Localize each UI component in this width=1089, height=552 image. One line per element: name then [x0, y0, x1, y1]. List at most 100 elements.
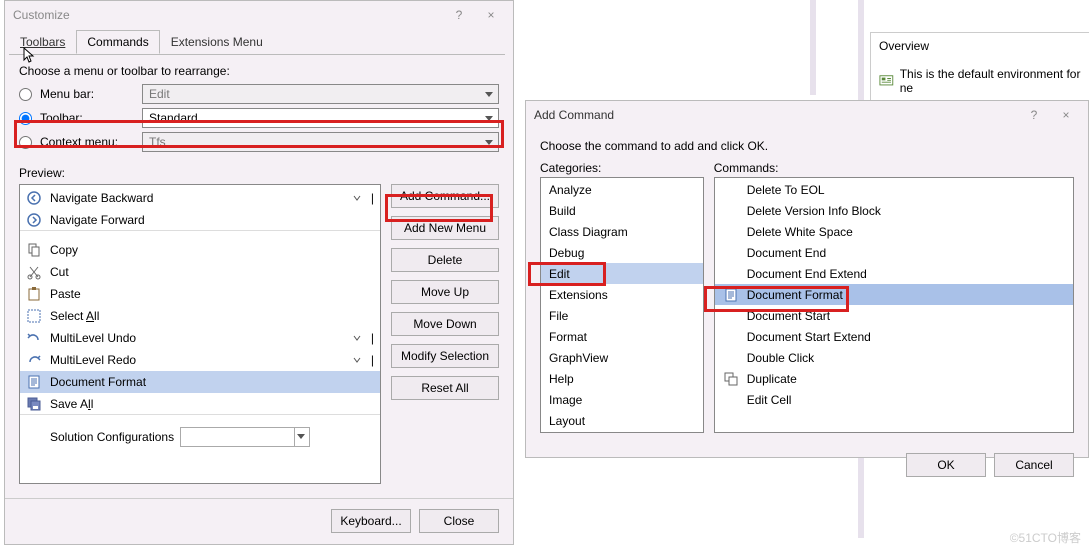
command-label: Double Click: [747, 351, 814, 365]
category-item[interactable]: Build: [541, 200, 703, 221]
category-item[interactable]: Extensions: [541, 284, 703, 305]
preview-item-label: Solution Configurations: [50, 430, 174, 444]
arrow-right-circle-icon: [26, 212, 42, 228]
blank-icon: [723, 392, 739, 408]
command-label: Document Start: [747, 309, 830, 323]
help-button[interactable]: ?: [1020, 105, 1048, 125]
preview-list[interactable]: Navigate Backward|Navigate Forward CopyCu…: [19, 184, 381, 484]
contextmenu-combo[interactable]: Tfs: [142, 132, 499, 152]
blank-icon: [723, 308, 739, 324]
modify-selection-button[interactable]: Modify Selection: [391, 344, 499, 368]
cut-icon: [26, 264, 42, 280]
blank-icon: [723, 203, 739, 219]
blank-icon: [723, 182, 739, 198]
overview-title: Overview: [879, 39, 1081, 53]
command-item[interactable]: Document Format: [715, 284, 1073, 305]
keyboard-button[interactable]: Keyboard...: [331, 509, 411, 533]
category-item[interactable]: Image: [541, 389, 703, 410]
command-label: Delete To EOL: [747, 183, 825, 197]
command-item[interactable]: Document Start Extend: [715, 326, 1073, 347]
preview-item-label: Paste: [50, 287, 374, 301]
menubar-radio[interactable]: [19, 88, 32, 101]
delete-button[interactable]: Delete: [391, 248, 499, 272]
close-dialog-button[interactable]: Close: [419, 509, 499, 533]
preview-item-save-all[interactable]: Save All: [20, 393, 380, 415]
help-button[interactable]: ?: [445, 5, 473, 25]
command-item[interactable]: Duplicate: [715, 368, 1073, 389]
rearrange-instruction: Choose a menu or toolbar to rearrange:: [19, 64, 499, 78]
category-item[interactable]: File: [541, 305, 703, 326]
chevron-down-icon: [351, 194, 363, 202]
close-button[interactable]: ×: [477, 5, 505, 25]
command-label: Document Format: [747, 288, 843, 302]
commands-listbox[interactable]: Delete To EOL Delete Version Info Block De…: [714, 177, 1074, 433]
command-label: Delete Version Info Block: [747, 204, 881, 218]
blank-icon: [723, 224, 739, 240]
contextmenu-radio[interactable]: [19, 136, 32, 149]
mouse-cursor-icon: [23, 47, 37, 68]
dup-icon: [723, 371, 739, 387]
command-item[interactable]: Document End: [715, 242, 1073, 263]
doc-icon: [26, 374, 42, 390]
tab-toolbars[interactable]: Toolbars: [9, 30, 76, 54]
customize-titlebar: Customize ? ×: [5, 1, 513, 29]
command-label: Document End Extend: [747, 267, 867, 281]
preview-item-label: Navigate Backward: [50, 191, 343, 205]
add-command-window: Add Command ? × Choose the command to ad…: [525, 100, 1089, 458]
environment-icon: [879, 73, 894, 89]
categories-listbox[interactable]: AnalyzeBuildClass DiagramDebugEditExtens…: [540, 177, 704, 433]
preview-item-label: MultiLevel Redo: [50, 353, 343, 367]
undo-icon: [26, 330, 42, 346]
command-item[interactable]: Document End Extend: [715, 263, 1073, 284]
command-item[interactable]: Delete White Space: [715, 221, 1073, 242]
category-item[interactable]: Edit: [541, 263, 703, 284]
command-item[interactable]: Document Start: [715, 305, 1073, 326]
preview-item-select-all[interactable]: Select All: [20, 305, 380, 327]
add-new-menu-button[interactable]: Add New Menu: [391, 216, 499, 240]
select-all-icon: [26, 308, 42, 324]
command-label: Duplicate: [747, 372, 797, 386]
close-button[interactable]: ×: [1052, 105, 1080, 125]
category-item[interactable]: Help: [541, 368, 703, 389]
preview-item-nav-back[interactable]: Navigate Backward|: [20, 187, 380, 209]
paste-icon: [26, 286, 42, 302]
blank-icon: [723, 266, 739, 282]
command-item[interactable]: Edit Cell: [715, 389, 1073, 410]
preview-item-cut[interactable]: Cut: [20, 261, 380, 283]
tab-extensions-menu[interactable]: Extensions Menu: [160, 30, 274, 54]
ok-button[interactable]: OK: [906, 453, 986, 477]
preview-item-label: Document Format: [50, 375, 374, 389]
preview-item-nav-fwd[interactable]: Navigate Forward: [20, 209, 380, 231]
tab-commands[interactable]: Commands: [76, 30, 159, 54]
category-item[interactable]: GraphView: [541, 347, 703, 368]
move-up-button[interactable]: Move Up: [391, 280, 499, 304]
preview-item-copy[interactable]: Copy: [20, 239, 380, 261]
cancel-button[interactable]: Cancel: [994, 453, 1074, 477]
add-command-button[interactable]: Add Command...: [391, 184, 499, 208]
toolbar-combo[interactable]: Standard: [142, 108, 499, 128]
command-label: Edit Cell: [747, 393, 792, 407]
watermark: ©51CTO博客: [1010, 529, 1081, 546]
menubar-combo[interactable]: Edit: [142, 84, 499, 104]
command-item[interactable]: Delete Version Info Block: [715, 200, 1073, 221]
move-down-button[interactable]: Move Down: [391, 312, 499, 336]
preview-item-paste[interactable]: Paste: [20, 283, 380, 305]
reset-all-button[interactable]: Reset All: [391, 376, 499, 400]
category-item[interactable]: Analyze: [541, 179, 703, 200]
command-item[interactable]: Double Click: [715, 347, 1073, 368]
toolbar-radio[interactable]: [19, 112, 32, 125]
preview-item-redo[interactable]: MultiLevel Redo|: [20, 349, 380, 371]
category-item[interactable]: Format: [541, 326, 703, 347]
category-item[interactable]: Debug: [541, 242, 703, 263]
command-item[interactable]: Delete To EOL: [715, 179, 1073, 200]
preview-item-sol-config[interactable]: Solution Configurations: [20, 423, 380, 451]
add-command-instruction: Choose the command to add and click OK.: [540, 139, 1074, 153]
command-label: Document Start Extend: [747, 330, 871, 344]
category-item[interactable]: Class Diagram: [541, 221, 703, 242]
preview-item-doc-format[interactable]: Document Format: [20, 371, 380, 393]
contextmenu-label: Context menu:: [40, 135, 138, 149]
preview-item-undo[interactable]: MultiLevel Undo|: [20, 327, 380, 349]
preview-item-label: Select All: [50, 309, 374, 323]
solution-config-combo[interactable]: [180, 427, 310, 447]
category-item[interactable]: Layout: [541, 410, 703, 431]
